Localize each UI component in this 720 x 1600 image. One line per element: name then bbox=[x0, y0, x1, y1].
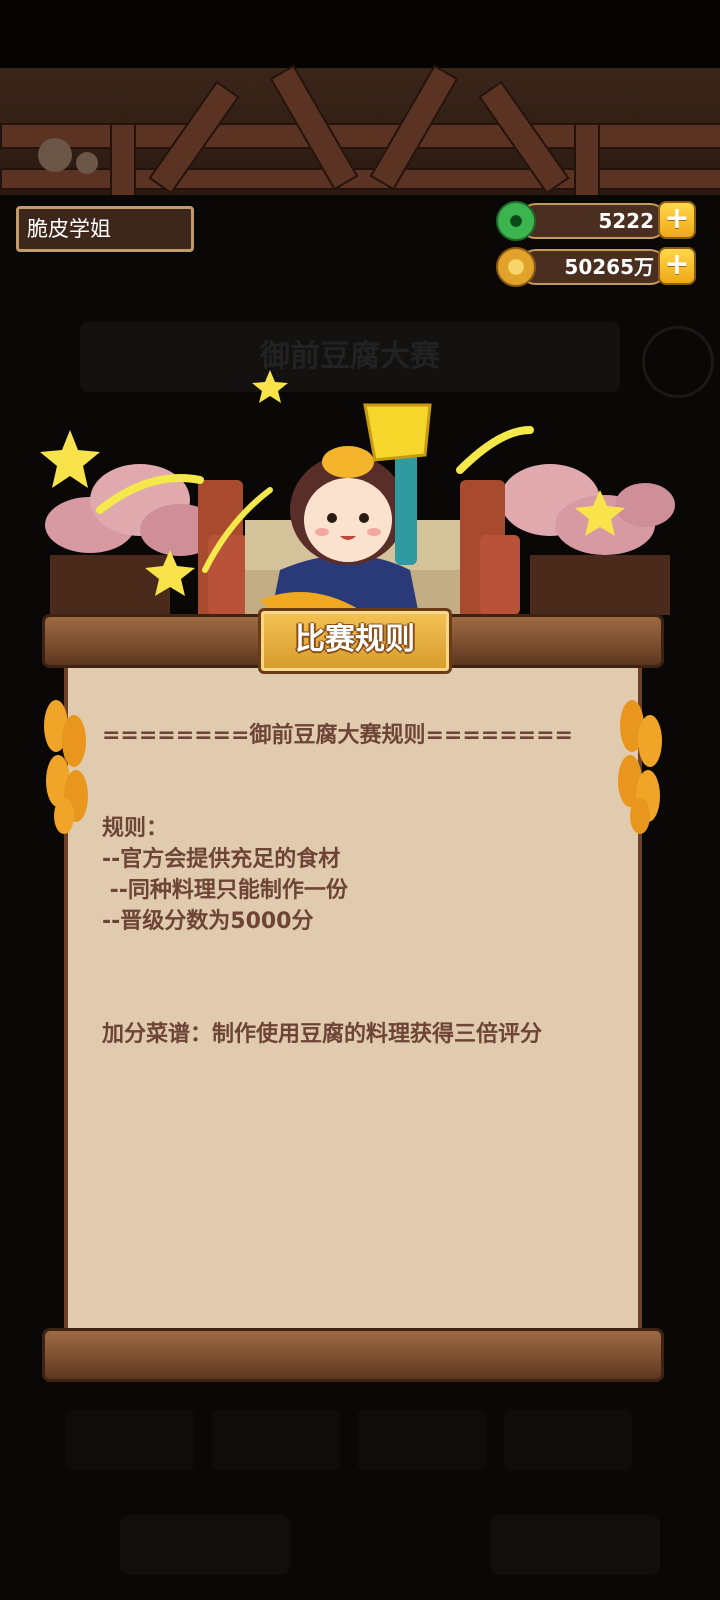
rule-line: --同种料理只能制作一份 bbox=[102, 878, 348, 903]
player-name: 脆皮学姐 bbox=[16, 206, 194, 252]
roof-beams bbox=[0, 64, 720, 198]
add-jade-button[interactable]: + bbox=[658, 201, 696, 239]
recipe-card bbox=[66, 1410, 194, 1470]
copper-coin-icon bbox=[496, 247, 536, 287]
coin-resource: 50265万 + bbox=[496, 247, 696, 287]
scroll-bottom-rod bbox=[42, 1328, 664, 1382]
bonus-recipe-text: 加分菜谱：制作使用豆腐的料理获得三倍评分 bbox=[102, 1022, 543, 1047]
rules-heading: ========御前豆腐大赛规则======== bbox=[102, 723, 573, 748]
rules-label: 规则： bbox=[102, 816, 169, 841]
recipe-card bbox=[358, 1410, 486, 1470]
coin-count: 50265万 bbox=[518, 249, 668, 285]
corn-decoration-left bbox=[44, 700, 88, 834]
rule-line: --晋级分数为5000分 bbox=[102, 909, 314, 934]
jade-coin-icon bbox=[496, 201, 536, 241]
jade-count: 5222 bbox=[518, 203, 668, 239]
recipe-card bbox=[504, 1410, 632, 1470]
add-coin-button[interactable]: + bbox=[658, 247, 696, 285]
judge-illustration bbox=[40, 370, 675, 620]
rule-line: --官方会提供充足的食材 bbox=[102, 847, 341, 872]
left-button-behind bbox=[120, 1515, 290, 1575]
dialog-title: 比赛规则 bbox=[295, 622, 415, 657]
chick-icon bbox=[76, 152, 98, 174]
corn-decoration-right bbox=[618, 700, 662, 834]
recipe-card bbox=[212, 1410, 340, 1470]
right-button-behind bbox=[490, 1515, 660, 1575]
rules-text: ========御前豆腐大赛规则======== 规则： --官方会提供充足的食… bbox=[102, 720, 602, 1050]
dialog-title-plate: 比赛规则 bbox=[258, 608, 452, 674]
jade-resource: 5222 + bbox=[496, 201, 696, 241]
chick-icon bbox=[38, 138, 72, 172]
